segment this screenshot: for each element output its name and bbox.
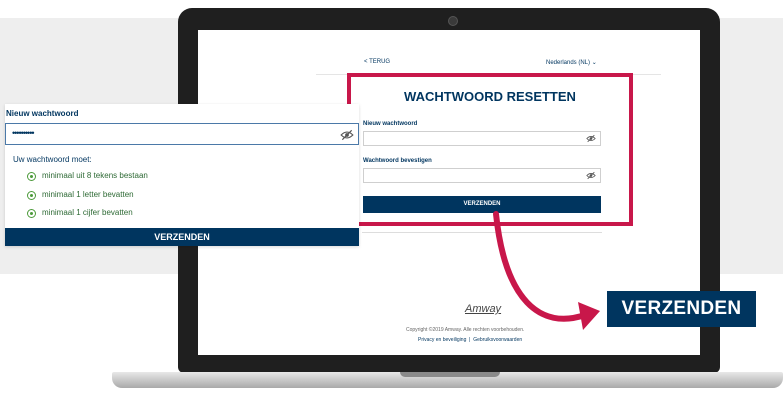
footer-links: Privacy en beveiliging | Gebruiksvoorwaa…	[418, 337, 522, 343]
laptop-notch	[400, 372, 500, 377]
terms-link[interactable]: Gebruiksvoorwaarden	[473, 337, 522, 343]
reset-form-highlight: WACHTWOORD RESETTEN Nieuw wachtwoord Wac…	[347, 73, 633, 226]
form-title: WACHTWOORD RESETTEN	[404, 89, 576, 104]
back-link[interactable]: < TERUG	[364, 59, 390, 65]
eye-slash-icon[interactable]	[340, 129, 354, 141]
requirements-title: Uw wachtwoord moet:	[13, 155, 92, 164]
radio-check-icon	[27, 172, 36, 181]
radio-check-icon	[27, 191, 36, 200]
rule-item: minimaal 1 cijfer bevatten	[42, 208, 133, 217]
zoom-password-field[interactable]: ••••••••••	[5, 123, 359, 145]
language-label: Nederlands (NL)	[546, 60, 591, 66]
confirm-password-label: Wachtwoord bevestigen	[363, 158, 432, 164]
new-password-field[interactable]	[363, 131, 601, 146]
chevron-down-icon: ⌄	[591, 60, 597, 66]
rule-item: minimaal 1 letter bevatten	[42, 190, 134, 199]
password-value: ••••••••••	[12, 128, 34, 138]
footer-separator: |	[469, 337, 471, 343]
confirm-password-field[interactable]	[363, 168, 601, 183]
language-selector[interactable]: Nederlands (NL) ⌄	[546, 59, 597, 66]
eye-slash-icon[interactable]	[586, 171, 596, 180]
highlighted-submit-button: VERZENDEN	[607, 291, 756, 327]
amway-logo: Amway	[465, 303, 502, 315]
submit-button[interactable]: VERZENDEN	[363, 196, 601, 213]
new-password-label: Nieuw wachtwoord	[363, 121, 418, 127]
camera-icon	[448, 16, 458, 26]
copyright-text: Copyright ©2019 Amway. Alle rechten voor…	[406, 327, 525, 333]
privacy-link[interactable]: Privacy en beveiliging	[418, 337, 466, 343]
rule-item: minimaal uit 8 tekens bestaan	[42, 171, 148, 180]
zoom-password-label: Nieuw wachtwoord	[6, 109, 79, 118]
zoom-submit-button[interactable]: VERZENDEN	[5, 228, 359, 246]
radio-check-icon	[27, 209, 36, 218]
eye-slash-icon[interactable]	[586, 134, 596, 143]
